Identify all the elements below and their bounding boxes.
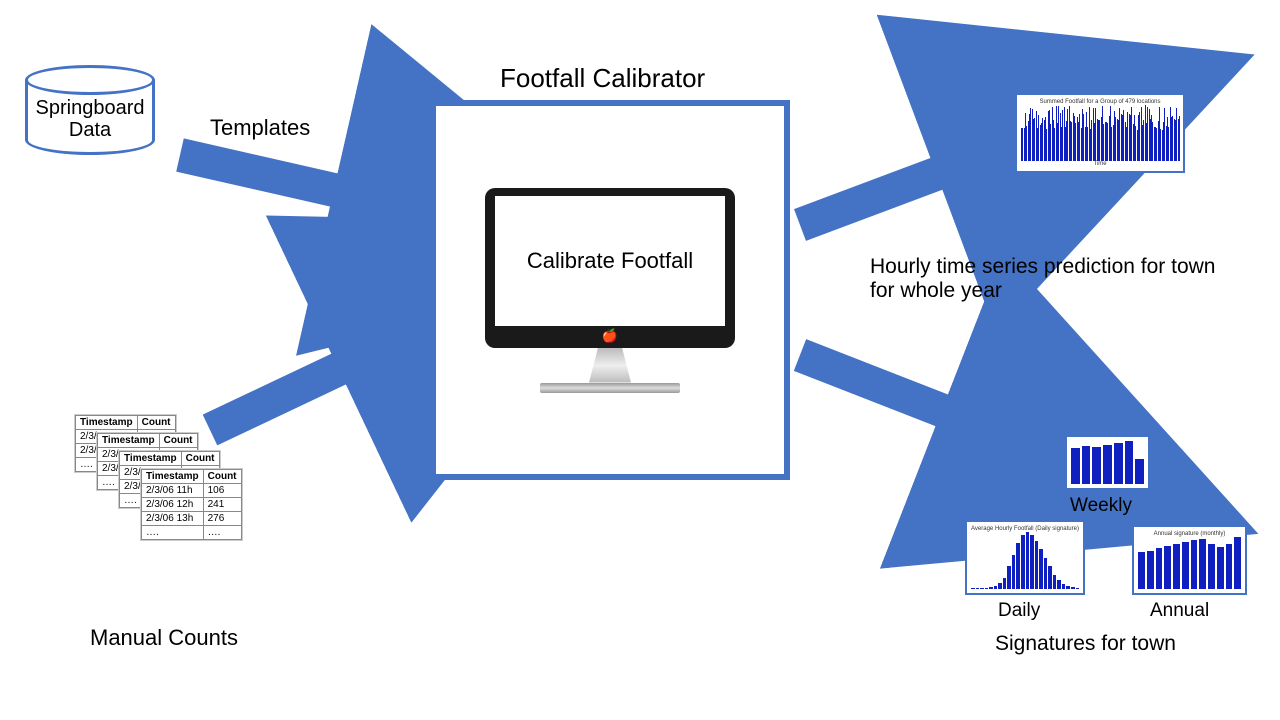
arrow-templates: [170, 140, 440, 230]
arrow-signatures-output: [790, 340, 1050, 460]
monitor-icon: Calibrate Footfall 🍎: [485, 188, 735, 393]
hourly-chart-xlabel: Time: [1093, 161, 1106, 167]
calibrator-box: Calibrate Footfall 🍎: [430, 100, 790, 480]
apple-logo-icon: 🍎: [602, 328, 618, 344]
annual-label: Annual: [1150, 600, 1209, 622]
database-label: Springboard Data: [25, 97, 155, 141]
arrow-hourly-output: [790, 130, 1050, 240]
daily-signature-chart: Average Hourly Footfall (Daily signature…: [965, 520, 1085, 595]
diagram-title: Footfall Calibrator: [500, 63, 705, 94]
weekly-signature-chart: [1065, 435, 1150, 490]
hourly-timeseries-chart: Summed Footfall for a Group of 479 locat…: [1015, 93, 1185, 173]
weekly-label: Weekly: [1070, 495, 1132, 517]
templates-label: Templates: [210, 115, 310, 141]
front-table: TimestampCount 2/3/06 11h106 2/3/06 12h2…: [141, 469, 242, 540]
hourly-caption: Hourly time series prediction for town f…: [870, 255, 1220, 303]
database-icon: Springboard Data: [25, 65, 155, 165]
manual-counts-label: Manual Counts: [90, 625, 238, 651]
monitor-screen: Calibrate Footfall 🍎: [485, 188, 735, 348]
signatures-caption: Signatures for town: [995, 632, 1176, 656]
monitor-text: Calibrate Footfall: [527, 248, 693, 274]
annual-signature-chart: Annual signature (monthly): [1132, 525, 1247, 595]
manual-count-tables: TimestampCount2/3/2/3/…. TimestampCount2…: [75, 415, 275, 585]
daily-label: Daily: [998, 600, 1040, 622]
